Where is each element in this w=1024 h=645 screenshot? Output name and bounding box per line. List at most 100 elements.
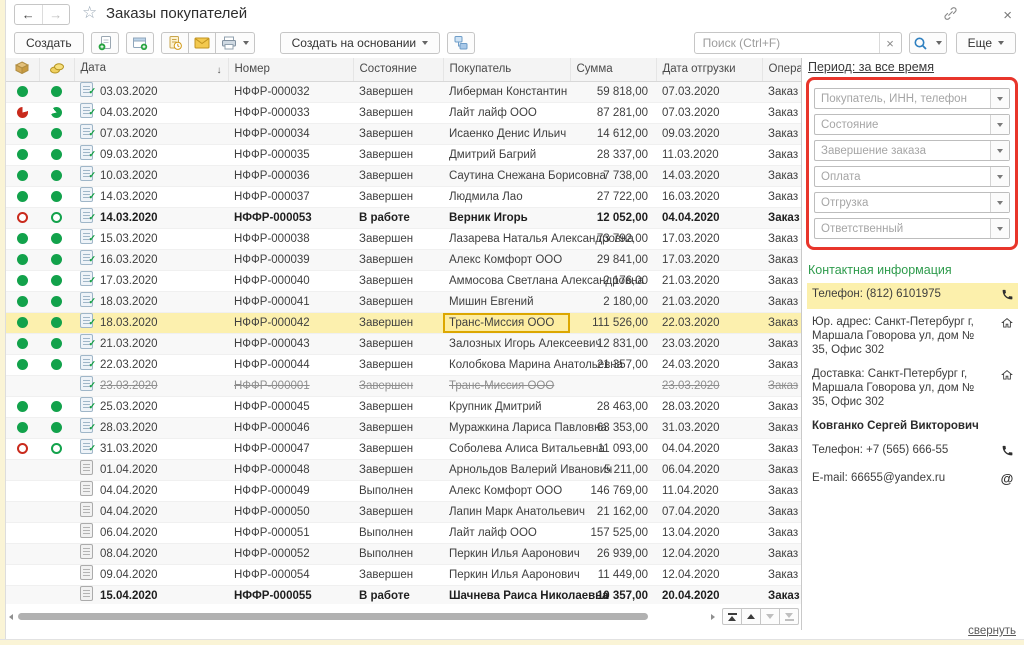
table-row[interactable]: 21.03.2020 НФФР-000043 Завершен Залозных…	[6, 333, 801, 354]
payment-status-icon	[51, 443, 62, 454]
email-icon[interactable]	[188, 32, 216, 54]
table-row[interactable]: 09.03.2020 НФФР-000035 Завершен Дмитрий …	[6, 144, 801, 165]
table-row[interactable]: 09.04.2020 НФФР-000054 Завершен Перкин И…	[6, 564, 801, 585]
column-number[interactable]: Номер	[228, 58, 353, 81]
order-operation: Заказ	[768, 464, 798, 476]
order-operation: Заказ	[768, 296, 798, 308]
table-row[interactable]: 06.04.2020 НФФР-000051 Выполнен Лайт лай…	[6, 522, 801, 543]
go-next-button[interactable]	[760, 608, 780, 625]
document-icon	[80, 229, 93, 244]
table-row[interactable]: 08.04.2020 НФФР-000052 Выполнен Перкин И…	[6, 543, 801, 564]
table-row[interactable]: 04.04.2020 НФФР-000050 Завершен Лапин Ма…	[6, 501, 801, 522]
column-coins-icon[interactable]	[39, 58, 74, 81]
order-ship-date: 17.03.2020	[662, 254, 720, 266]
table-row[interactable]: 23.03.2020 НФФР-000001 Завершен Транс-Ми…	[6, 375, 801, 396]
chevron-down-icon[interactable]	[990, 89, 1009, 108]
contact-item[interactable]: Телефон: (812) 6101975	[807, 283, 1018, 309]
contact-item[interactable]: Доставка: Санкт-Петербург г, Маршала Гов…	[807, 363, 1018, 413]
contact-item[interactable]: Ковганко Сергей Викторович	[807, 415, 1018, 437]
filter-input[interactable]	[815, 167, 990, 186]
search-clear-icon[interactable]	[879, 33, 901, 53]
table-row[interactable]: 03.03.2020 НФФР-000032 Завершен Либерман…	[6, 81, 801, 102]
filter-input[interactable]	[815, 89, 990, 108]
order-ship-date: 11.03.2020	[662, 149, 719, 161]
table-row[interactable]: 14.03.2020 НФФР-000053 В работе Верник И…	[6, 207, 801, 228]
column-state[interactable]: Состояние	[353, 58, 443, 81]
column-buyer[interactable]: Покупатель	[443, 58, 570, 81]
create-based-button[interactable]: Создать на основании	[280, 32, 441, 54]
collapse-link[interactable]: свернуть	[968, 625, 1016, 637]
favorite-star-icon[interactable]	[82, 3, 97, 23]
table-row[interactable]: 01.04.2020 НФФР-000048 Завершен Арнольдо…	[6, 459, 801, 480]
table-row[interactable]: 15.03.2020 НФФР-000038 Завершен Лазарева…	[6, 228, 801, 249]
go-previous-button[interactable]	[741, 608, 761, 625]
chevron-down-icon[interactable]	[990, 193, 1009, 212]
order-sum: 28 337,00	[597, 149, 648, 161]
new-form-icon[interactable]	[126, 32, 154, 54]
table-row[interactable]: 28.03.2020 НФФР-000046 Завершен Муражкин…	[6, 417, 801, 438]
order-sum: 157 525,00	[590, 527, 648, 539]
more-button[interactable]: Еще	[956, 32, 1016, 54]
filter-input[interactable]	[815, 115, 990, 134]
copy-new-icon[interactable]	[91, 32, 119, 54]
column-date[interactable]: Дата↓	[74, 58, 228, 81]
column-sum[interactable]: Сумма	[570, 58, 656, 81]
chevron-down-icon[interactable]	[990, 115, 1009, 134]
contact-item[interactable]: Юр. адрес: Санкт-Петербург г, Маршала Го…	[807, 311, 1018, 361]
back-button[interactable]	[15, 5, 42, 24]
order-date: 14.03.2020	[100, 212, 158, 224]
column-ship-date[interactable]: Дата отгрузки	[656, 58, 762, 81]
document-history-icon[interactable]	[161, 32, 189, 54]
filter-input[interactable]	[815, 193, 990, 212]
search-button[interactable]	[909, 32, 947, 54]
link-icon[interactable]	[942, 5, 959, 27]
table-row[interactable]: 18.03.2020 НФФР-000041 Завершен Мишин Ев…	[6, 291, 801, 312]
order-number: НФФР-000052	[234, 548, 310, 560]
order-state: В работе	[359, 590, 410, 602]
panel-splitter[interactable]	[801, 58, 802, 630]
payment-status-icon	[51, 191, 62, 202]
period-link[interactable]: Период: за все время	[808, 60, 934, 74]
table-row[interactable]: 07.03.2020 НФФР-000034 Завершен Исаенко …	[6, 123, 801, 144]
table-row[interactable]: 04.04.2020 НФФР-000049 Выполнен Алекс Ко…	[6, 480, 801, 501]
go-first-button[interactable]	[722, 608, 742, 625]
forward-button[interactable]	[42, 5, 70, 24]
column-operation[interactable]: Операция	[762, 58, 801, 81]
print-icon[interactable]	[215, 32, 255, 54]
order-operation: Заказ	[768, 107, 798, 119]
filter-input[interactable]	[815, 219, 990, 238]
table-row[interactable]: 15.04.2020 НФФР-000055 В работе Шачнева …	[6, 585, 801, 604]
table-row[interactable]: 16.03.2020 НФФР-000039 Завершен Алекс Ко…	[6, 249, 801, 270]
order-ship-date: 11.04.2020	[662, 485, 719, 497]
chevron-down-icon[interactable]	[990, 167, 1009, 186]
chevron-down-icon[interactable]	[990, 219, 1009, 238]
order-sum: 73 792,00	[597, 233, 648, 245]
column-shipment-box-icon[interactable]	[6, 58, 39, 81]
table-row[interactable]: 25.03.2020 НФФР-000045 Завершен Крупник …	[6, 396, 801, 417]
table-row[interactable]: 31.03.2020 НФФР-000047 Завершен Соболева…	[6, 438, 801, 459]
table-row[interactable]: 14.03.2020 НФФР-000037 Завершен Людмила …	[6, 186, 801, 207]
scroll-right-icon[interactable]	[711, 614, 715, 620]
order-ship-date: 06.04.2020	[662, 464, 720, 476]
scroll-left-icon[interactable]	[9, 614, 13, 620]
chevron-down-icon[interactable]	[990, 141, 1009, 160]
table-row[interactable]: 17.03.2020 НФФР-000040 Завершен Аммосова…	[6, 270, 801, 291]
contact-item[interactable]: E-mail: 66655@yandex.ru @	[807, 467, 1018, 491]
close-icon[interactable]	[1003, 9, 1012, 23]
go-last-button[interactable]	[779, 608, 799, 625]
table-row[interactable]: 22.03.2020 НФФР-000044 Завершен Колобков…	[6, 354, 801, 375]
contact-item[interactable]: Телефон: +7 (565) 666-55	[807, 439, 1018, 465]
order-buyer: Алекс Комфорт ООО	[449, 485, 562, 497]
page-title: Заказы покупателей	[106, 5, 247, 22]
filter-field	[814, 114, 1010, 135]
related-documents-icon[interactable]	[447, 32, 475, 54]
create-button[interactable]: Создать	[14, 32, 84, 54]
search-input[interactable]	[695, 33, 879, 53]
table-row[interactable]: 10.03.2020 НФФР-000036 Завершен Саутина …	[6, 165, 801, 186]
table-row[interactable]: 04.03.2020 НФФР-000033 Завершен Лайт лай…	[6, 102, 801, 123]
kebab-menu-icon[interactable]	[979, 7, 983, 25]
scrollbar-thumb[interactable]	[18, 613, 648, 620]
filter-input[interactable]	[815, 141, 990, 160]
table-row[interactable]: 18.03.2020 НФФР-000042 Завершен Транс-Ми…	[6, 312, 801, 333]
order-state: Выполнен	[359, 548, 413, 560]
